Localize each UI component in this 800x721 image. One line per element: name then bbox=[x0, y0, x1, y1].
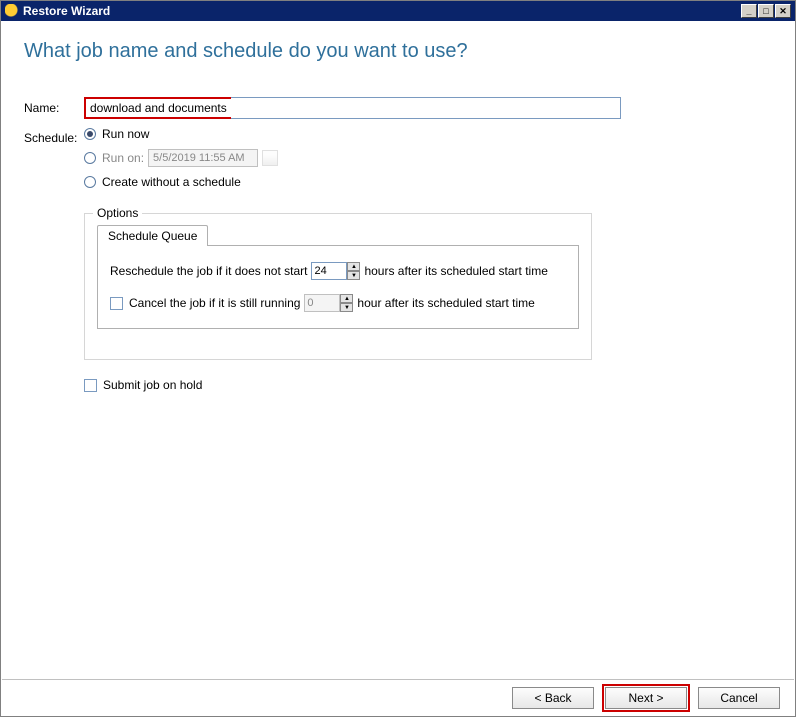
reschedule-spin-up[interactable]: ▲ bbox=[347, 262, 360, 271]
cancel-spin-down: ▼ bbox=[340, 303, 353, 312]
cancel-label-post: hour after its scheduled start time bbox=[357, 296, 534, 310]
next-button[interactable]: Next > bbox=[605, 687, 687, 709]
close-button[interactable]: ✕ bbox=[775, 4, 791, 18]
cancel-button[interactable]: Cancel bbox=[698, 687, 780, 709]
maximize-button[interactable]: □ bbox=[758, 4, 774, 18]
name-input-value: download and documents bbox=[90, 101, 227, 115]
minimize-button[interactable]: _ bbox=[741, 4, 757, 18]
back-button[interactable]: < Back bbox=[512, 687, 594, 709]
options-group: Options Schedule Queue Reschedule the jo… bbox=[84, 213, 592, 360]
run-on-date-input[interactable]: 5/5/2019 11:55 AM bbox=[148, 149, 258, 167]
window-title: Restore Wizard bbox=[23, 4, 741, 18]
submit-hold-checkbox[interactable] bbox=[84, 379, 97, 392]
reschedule-spin-down[interactable]: ▼ bbox=[347, 271, 360, 280]
reschedule-label-pre: Reschedule the job if it does not start bbox=[110, 264, 307, 278]
cancel-checkbox[interactable] bbox=[110, 297, 123, 310]
schedule-queue-panel: Reschedule the job if it does not start … bbox=[97, 245, 579, 329]
reschedule-label-post: hours after its scheduled start time bbox=[364, 264, 547, 278]
radio-create-without-label[interactable]: Create without a schedule bbox=[102, 175, 241, 189]
tab-schedule-queue[interactable]: Schedule Queue bbox=[97, 225, 208, 246]
calendar-icon[interactable] bbox=[262, 150, 278, 166]
radio-run-on-label[interactable]: Run on: bbox=[102, 151, 144, 165]
wizard-window: Restore Wizard _ □ ✕ What job name and s… bbox=[0, 0, 796, 717]
name-input[interactable] bbox=[231, 97, 621, 119]
schedule-label: Schedule: bbox=[24, 127, 84, 145]
radio-run-on[interactable] bbox=[84, 152, 96, 164]
client-area: What job name and schedule do you want t… bbox=[2, 22, 794, 678]
cancel-hours-input bbox=[304, 294, 340, 312]
options-legend: Options bbox=[93, 206, 142, 220]
cancel-spin-up: ▲ bbox=[340, 294, 353, 303]
radio-create-without[interactable] bbox=[84, 176, 96, 188]
cancel-label-pre: Cancel the job if it is still running bbox=[129, 296, 300, 310]
radio-run-now[interactable] bbox=[84, 128, 96, 140]
footer-buttons: < Back Next > Cancel bbox=[2, 679, 794, 715]
reschedule-hours-input[interactable] bbox=[311, 262, 347, 280]
app-icon bbox=[5, 4, 19, 18]
name-label: Name: bbox=[24, 97, 84, 115]
submit-hold-label[interactable]: Submit job on hold bbox=[103, 378, 202, 392]
radio-run-now-label[interactable]: Run now bbox=[102, 127, 149, 141]
name-input[interactable]: download and documents bbox=[84, 97, 233, 119]
page-heading: What job name and schedule do you want t… bbox=[24, 40, 772, 63]
titlebar: Restore Wizard _ □ ✕ bbox=[1, 1, 795, 21]
